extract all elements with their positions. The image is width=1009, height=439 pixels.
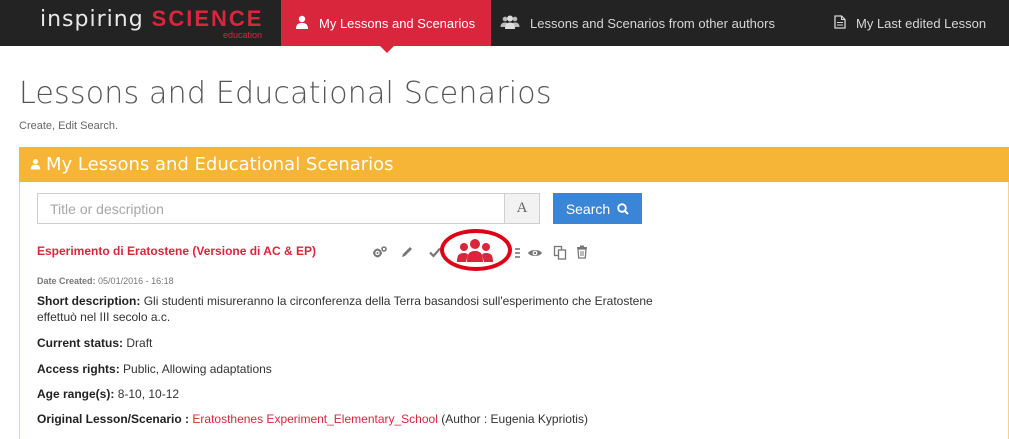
- date-created-value: 05/01/2016 - 16:18: [98, 276, 174, 286]
- age-range-label: Age range(s):: [37, 387, 115, 401]
- logo-science-text: SCIENCE: [151, 6, 264, 31]
- settings-icon[interactable]: [372, 245, 388, 261]
- current-status-value: Draft: [126, 336, 153, 350]
- nav-last-edited[interactable]: My Last edited Lesson: [834, 0, 986, 46]
- search-button-label: Search: [565, 200, 611, 217]
- date-created-label: Date Created:: [37, 276, 96, 286]
- highlight-circle: [440, 229, 512, 271]
- age-range: Age range(s): 8-10, 10-12: [37, 386, 179, 402]
- current-status-label: Current status:: [37, 336, 124, 350]
- original-lesson: Original Lesson/Scenario : Eratosthenes …: [37, 411, 588, 427]
- original-lesson-author: (Author : Eugenia Kypriotis): [441, 412, 588, 426]
- copy-icon[interactable]: [553, 245, 569, 261]
- view-icon[interactable]: [527, 246, 543, 262]
- page-title: Lessons and Educational Scenarios: [19, 76, 552, 111]
- short-description: Short description: Gli studenti misurera…: [37, 293, 657, 325]
- current-status: Current status: Draft: [37, 335, 152, 351]
- edit-icon[interactable]: [400, 245, 416, 261]
- search-icon: [617, 202, 629, 215]
- access-rights-label: Access rights:: [37, 362, 120, 376]
- short-description-label: Short description:: [37, 294, 141, 308]
- age-range-value: 8-10, 10-12: [117, 387, 180, 401]
- nav-my-lessons[interactable]: My Lessons and Scenarios: [281, 0, 491, 53]
- page-subtitle: Create, Edit Search.: [19, 120, 119, 132]
- nav-other-authors-label: Lessons and Scenarios from other authors: [530, 15, 775, 31]
- date-created: Date Created: 05/01/2016 - 16:18: [37, 276, 174, 286]
- document-icon: [834, 14, 846, 32]
- user-icon: [30, 154, 41, 175]
- original-lesson-label: Original Lesson/Scenario :: [37, 412, 190, 426]
- font-icon: A: [504, 193, 540, 224]
- search-input[interactable]: [37, 193, 504, 224]
- delete-icon[interactable]: [576, 245, 592, 261]
- access-rights: Access rights: Public, Allowing adaptati…: [37, 361, 272, 377]
- lesson-title-link[interactable]: Esperimento di Eratostene (Versione di A…: [37, 244, 316, 258]
- top-navbar: inspiring SCIENCE education My Lessons an…: [0, 0, 1009, 53]
- nav-last-edited-label: My Last edited Lesson: [856, 15, 987, 31]
- nav-my-lessons-label: My Lessons and Scenarios: [319, 15, 476, 31]
- search-button[interactable]: Search: [553, 193, 642, 224]
- original-lesson-link[interactable]: Eratosthenes Experiment_Elementary_Schoo…: [192, 412, 437, 426]
- logo-inspiring-text: inspiring: [40, 7, 144, 32]
- panel-title: My Lessons and Educational Scenarios: [46, 154, 394, 175]
- nav-other-authors[interactable]: Lessons and Scenarios from other authors: [500, 0, 775, 46]
- user-icon: [295, 15, 309, 32]
- logo-education-text: education: [223, 30, 263, 40]
- panel-header: My Lessons and Educational Scenarios: [19, 147, 1009, 182]
- users-group-icon: [500, 15, 520, 32]
- access-rights-value: Public, Allowing adaptations: [123, 362, 272, 376]
